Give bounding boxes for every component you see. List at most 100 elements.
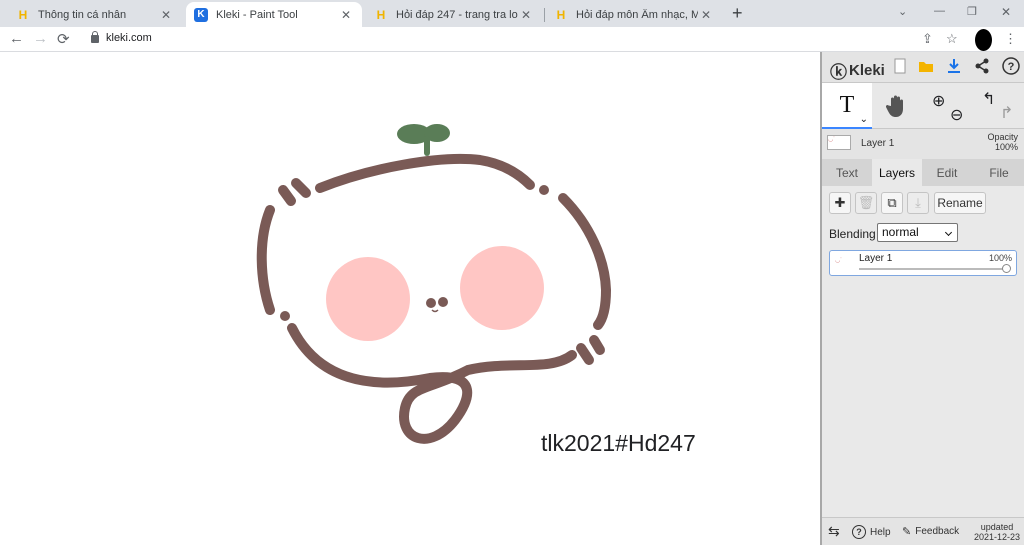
lock-icon[interactable] [91, 31, 99, 43]
tool-row: T ⌄ ⊕ ⊖ ↰ ↱ [822, 83, 1024, 129]
tab-kleki[interactable]: K Kleki - Paint Tool ✕ [186, 2, 362, 27]
blending-select[interactable]: normal [877, 223, 958, 242]
close-tab-icon[interactable]: ✕ [518, 8, 534, 22]
layer-row-thumbnail: ◡˙ [835, 258, 843, 264]
right-cheek [460, 246, 544, 330]
close-tab-icon[interactable]: ✕ [158, 8, 174, 22]
merge-down-icon: ⤓ [915, 195, 921, 210]
close-window-icon[interactable]: ✕ [1001, 5, 1011, 19]
close-tab-icon[interactable]: ✕ [698, 8, 714, 22]
help-icon: ? [852, 525, 866, 539]
tab-title: Kleki - Paint Tool [216, 8, 298, 21]
duplicate-icon: ⧉ [887, 195, 897, 210]
hoidap-favicon-icon: H [18, 7, 28, 22]
tab-edit[interactable]: Edit [922, 159, 972, 186]
tab-separator [544, 8, 545, 22]
panel-tabs: Text Layers Edit File [822, 159, 1024, 186]
add-layer-button[interactable]: ✚ [829, 192, 851, 214]
help-icon[interactable]: ? [1002, 57, 1020, 75]
panel-header: ⓚ Kleki ? [822, 52, 1024, 83]
character-outline [256, 153, 612, 444]
layer-row-name: Layer 1 [859, 253, 893, 264]
kleki-logo[interactable]: ⓚ Kleki [830, 58, 885, 83]
watermark-text: tlk2021#Hd247 [541, 430, 696, 456]
outline-dot [280, 311, 290, 321]
share-icon[interactable] [974, 58, 990, 74]
share-icon[interactable]: ⇪ [922, 31, 933, 47]
feedback-label: Feedback [915, 526, 960, 537]
current-layer-info: ◡˙ Layer 1 Opacity 100% [822, 129, 1024, 159]
tab-file[interactable]: File [974, 159, 1024, 186]
feedback-link[interactable]: ✎ Feedback [902, 525, 959, 538]
current-layer-name: Layer 1 [861, 138, 895, 149]
address-bar[interactable]: kleki.com [106, 32, 152, 44]
forward-icon[interactable]: → [33, 30, 48, 47]
restore-icon[interactable]: ❐ [967, 5, 977, 18]
blending-label: Blending [829, 227, 876, 241]
tab-hoidap-247[interactable]: H Hỏi đáp 247 - trang tra loi ✕ [366, 2, 542, 27]
zoom-in-icon[interactable]: ⊕ [932, 91, 945, 111]
mouth [431, 309, 439, 313]
swap-side-icon[interactable]: ⇆ [828, 523, 840, 540]
menu-icon[interactable]: ⋮ [1004, 31, 1017, 47]
zoom-buttons: ⊕ ⊖ [922, 83, 972, 129]
history-buttons: ↰ ↱ [972, 83, 1024, 129]
left-eye [426, 298, 436, 308]
tab-title: Thông tin cá nhân [38, 8, 127, 21]
redo-icon[interactable]: ↱ [1000, 103, 1013, 123]
new-image-icon[interactable] [892, 58, 908, 74]
close-tab-icon[interactable]: ✕ [338, 8, 354, 22]
tab-title: Hỏi đáp 247 - trang tra loi [396, 8, 518, 21]
hand-icon [886, 95, 903, 117]
minimize-icon[interactable]: — [934, 5, 945, 17]
logo-text: Kleki [849, 62, 885, 79]
hoidap-favicon-icon: H [376, 7, 386, 22]
hand-tool-button[interactable] [872, 83, 922, 129]
text-tool-button[interactable]: T ⌄ [822, 83, 872, 129]
tab-hoidap-am-nhac[interactable]: H Hỏi đáp môn Âm nhạc, Mỹ thuật ✕ [546, 2, 722, 27]
zoom-out-icon[interactable]: ⊖ [950, 105, 963, 125]
chevron-down-icon[interactable]: ⌄ [860, 114, 868, 125]
left-cheek [326, 257, 410, 341]
layer-thumbnail: ◡˙ [827, 135, 851, 150]
svg-text:?: ? [1008, 61, 1015, 73]
rename-button[interactable]: Rename [934, 192, 986, 214]
new-tab-button[interactable]: + [732, 3, 743, 24]
outline-dot [539, 185, 549, 195]
updated-label: updated [980, 522, 1014, 532]
help-link[interactable]: ? Help [852, 525, 891, 539]
blending-value: normal [882, 225, 919, 239]
tab-title: Hỏi đáp môn Âm nhạc, Mỹ thuật [576, 8, 698, 21]
hoidap-favicon-icon: H [556, 7, 566, 22]
reload-icon[interactable]: ⟳ [57, 30, 70, 48]
open-folder-icon[interactable] [918, 58, 934, 74]
updated-date: 2021-12-23 [973, 532, 1020, 542]
tab-layers[interactable]: Layers [872, 159, 922, 186]
layer-row-opacity: 100% [988, 253, 1012, 263]
star-icon[interactable]: ☆ [946, 31, 958, 47]
duplicate-layer-button[interactable]: ⧉ [881, 192, 903, 214]
kleki-logo-icon: ⓚ [830, 63, 847, 82]
undo-icon[interactable]: ↰ [982, 89, 995, 109]
opacity-slider-track[interactable] [859, 268, 1009, 270]
feedback-icon: ✎ [902, 526, 912, 538]
opacity-value: 100% [994, 142, 1018, 152]
tab-text[interactable]: Text [822, 159, 872, 186]
help-label: Help [870, 526, 891, 538]
profile-avatar[interactable] [975, 29, 992, 51]
delete-layer-button[interactable]: 🗑 [855, 192, 877, 214]
browser-toolbar: ← → ⟳ kleki.com ⇪ ☆ ⋮ [0, 27, 1024, 52]
merge-layer-button[interactable]: ⤓ [907, 192, 929, 214]
updated-info[interactable]: updated 2021-12-23 [974, 522, 1020, 542]
layer-row[interactable]: ◡˙ Layer 1 100% [829, 250, 1017, 276]
trash-icon: 🗑 [857, 195, 875, 210]
drawing-canvas[interactable]: tlk2021#Hd247 [0, 52, 820, 545]
tab-search-icon[interactable]: ⌄ [898, 5, 907, 18]
back-icon[interactable]: ← [9, 30, 24, 47]
opacity-slider-knob[interactable] [1002, 264, 1011, 273]
opacity-readout: Opacity 100% [987, 132, 1018, 152]
download-icon[interactable] [946, 58, 962, 74]
layers-pane: ✚ 🗑 ⧉ ⤓ Rename Blending normal ◡˙ Layer … [822, 186, 1024, 517]
tab-thong-tin[interactable]: H Thông tin cá nhân ✕ [8, 2, 182, 27]
sprout-stem [424, 136, 430, 156]
